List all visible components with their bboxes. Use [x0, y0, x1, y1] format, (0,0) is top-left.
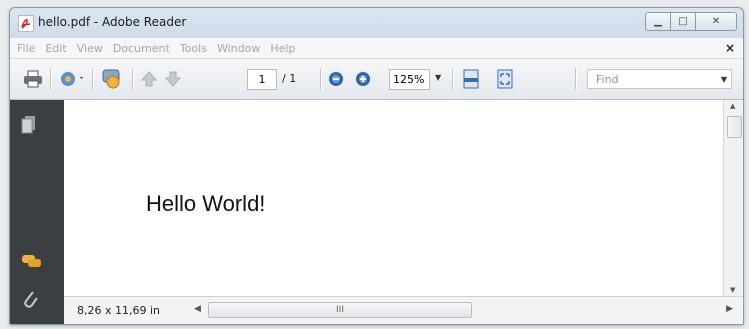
find-placeholder: Find: [596, 73, 619, 86]
zoom-out-icon[interactable]: [328, 69, 344, 89]
menu-edit[interactable]: Edit: [40, 42, 71, 55]
fit-width-icon[interactable]: [462, 69, 480, 89]
attachments-icon[interactable]: [21, 288, 39, 314]
maximize-button[interactable]: □: [670, 12, 696, 31]
page-size-label: 8,26 x 11,69 in: [77, 304, 161, 317]
menu-help[interactable]: Help: [265, 42, 300, 55]
close-window-button[interactable]: ✕: [695, 12, 737, 31]
scroll-up-icon[interactable]: ▲: [730, 102, 735, 110]
pdf-icon: [18, 15, 34, 32]
page-total: / 1: [282, 72, 297, 85]
chevron-down-icon[interactable]: ▼: [435, 73, 441, 82]
horizontal-scroll-thumb[interactable]: III: [208, 302, 472, 318]
fit-page-icon[interactable]: [496, 69, 514, 89]
menu-window[interactable]: Window: [212, 42, 265, 55]
document-page[interactable]: Hello World!: [64, 100, 723, 296]
zoom-in-icon[interactable]: [355, 69, 371, 89]
menu-bar: File Edit View Document Tools Window Hel…: [10, 38, 743, 59]
next-page-icon[interactable]: [164, 69, 182, 89]
comments-icon[interactable]: [21, 253, 43, 273]
window-title: hello.pdf - Adobe Reader: [38, 15, 187, 29]
zoom-level-field[interactable]: 125%: [389, 69, 430, 90]
vertical-scrollbar[interactable]: ▲ ▼: [723, 100, 743, 296]
reader-window: hello.pdf - Adobe Reader ▁ □ ✕ File Edit…: [9, 7, 744, 325]
page-number-input[interactable]: 1: [247, 69, 277, 90]
document-text: Hello World!: [146, 191, 266, 216]
scroll-left-icon[interactable]: ◀: [194, 304, 201, 314]
menu-tools[interactable]: Tools: [175, 42, 212, 55]
find-options-chevron-icon[interactable]: ▼: [721, 70, 727, 90]
comment-tool-icon[interactable]: [100, 69, 122, 89]
scroll-right-icon[interactable]: ▶: [726, 304, 733, 314]
minimize-button[interactable]: ▁: [645, 12, 671, 31]
navigation-panel: [10, 100, 64, 324]
print-icon[interactable]: [23, 69, 43, 89]
find-input[interactable]: Find ▼: [587, 69, 732, 89]
status-bar: 8,26 x 11,69 in ◀ III ▶: [64, 296, 743, 324]
menu-view[interactable]: View: [72, 42, 108, 55]
menu-document[interactable]: Document: [108, 42, 175, 55]
menu-file[interactable]: File: [10, 42, 40, 55]
title-bar[interactable]: hello.pdf - Adobe Reader ▁ □ ✕: [10, 8, 743, 36]
prev-page-icon[interactable]: [140, 69, 158, 89]
pages-icon[interactable]: [21, 115, 37, 139]
scroll-down-icon[interactable]: ▼: [730, 286, 735, 294]
close-document-button[interactable]: ×: [725, 41, 735, 55]
share-icon[interactable]: [58, 69, 86, 89]
vertical-scroll-thumb[interactable]: [727, 116, 742, 138]
toolbar: 1 / 1 125% ▼ Find ▼: [10, 59, 743, 100]
